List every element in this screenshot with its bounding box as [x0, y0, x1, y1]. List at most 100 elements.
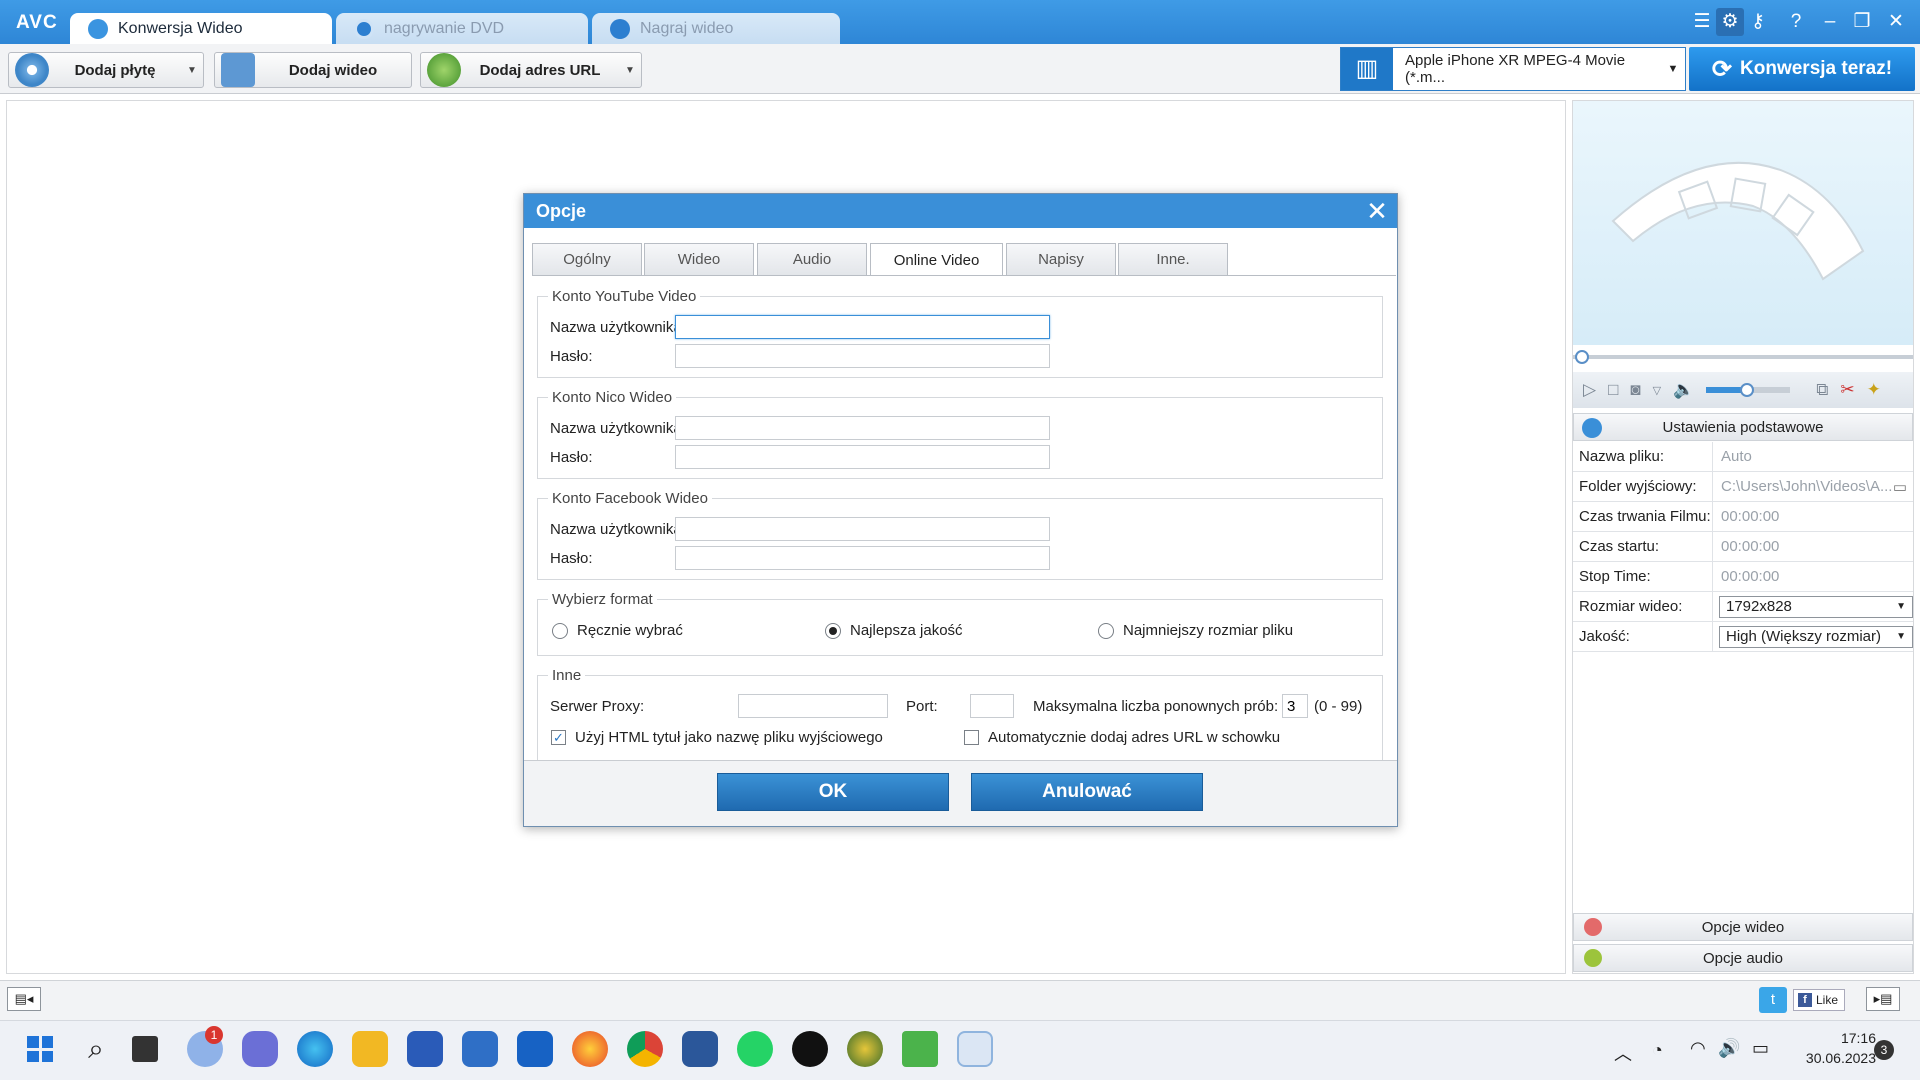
max-retries-input[interactable] — [1282, 694, 1308, 718]
output-profile-select[interactable]: ▥ Apple iPhone XR MPEG-4 Movie (*.m... ▼ — [1340, 47, 1686, 91]
teams-icon[interactable] — [242, 1031, 278, 1067]
tab-dvd-burning[interactable]: nagrywanie DVD — [336, 13, 588, 44]
clock-time[interactable]: 17:16 — [1796, 1030, 1876, 1046]
use-html-title-option[interactable]: ✓ Użyj HTML tytuł jako nazwę pliku wyjśc… — [551, 729, 883, 746]
format-smallest-size-radio[interactable] — [1098, 622, 1114, 639]
notepad-icon[interactable] — [462, 1031, 498, 1067]
auto-add-url-checkbox[interactable] — [964, 730, 979, 745]
tab-record-video[interactable]: Nagraj wideo — [592, 13, 840, 44]
youtube-password-input[interactable] — [675, 344, 1050, 368]
video-size-select[interactable]: 1792x828 ▼ — [1719, 595, 1913, 618]
seek-slider[interactable] — [1573, 350, 1913, 364]
dialog-close-icon[interactable]: ✕ — [1362, 196, 1392, 226]
youtube-username-label: Nazwa użytkownika: — [550, 319, 676, 336]
battery-icon[interactable]: ▭ — [1752, 1038, 1769, 1059]
chevron-down-icon: ▼ — [1896, 631, 1906, 642]
magic-wand-icon[interactable]: ✦ — [1867, 380, 1881, 400]
network-icon[interactable]: ◔ — [1652, 1040, 1663, 1061]
tab-video-conversion[interactable]: Konwersja Wideo — [70, 13, 332, 44]
help-icon[interactable]: ? — [1782, 8, 1810, 36]
volume-icon[interactable]: 🔈 — [1673, 380, 1694, 400]
key-icon[interactable]: ⚷ — [1744, 8, 1772, 36]
auto-add-url-option[interactable]: Automatycznie dodaj adres URL w schowku — [964, 729, 1280, 746]
format-smallest-size-option[interactable]: Najmniejszy rozmiar pliku — [1098, 622, 1293, 639]
restore-icon[interactable]: ❐ — [1848, 8, 1876, 36]
use-html-title-checkbox[interactable]: ✓ — [551, 730, 566, 745]
tab-general[interactable]: Ogólny — [532, 243, 642, 275]
close-icon[interactable]: ✕ — [1882, 8, 1910, 36]
facebook-like-button[interactable]: f Like — [1793, 989, 1845, 1011]
stop-icon[interactable]: □ — [1608, 380, 1618, 400]
clock-date[interactable]: 30.06.2023 — [1786, 1050, 1876, 1066]
quality-select[interactable]: High (Większy rozmiar) ▼ — [1719, 625, 1913, 648]
wifi-icon[interactable]: ◠ — [1690, 1038, 1706, 1059]
chevron-down-icon[interactable]: ▼ — [1661, 63, 1685, 75]
edge-icon[interactable] — [297, 1031, 333, 1067]
chevron-down-icon[interactable]: ▼ — [619, 65, 641, 76]
video-options-button[interactable]: Opcje wideo — [1573, 913, 1913, 941]
facebook-password-input[interactable] — [675, 546, 1050, 570]
tab-other[interactable]: Inne. — [1118, 243, 1228, 275]
tab-subtitles[interactable]: Napisy — [1006, 243, 1116, 275]
firefox-icon[interactable] — [572, 1031, 608, 1067]
notification-badge: 1 — [205, 1026, 223, 1044]
app-icon-globe[interactable] — [847, 1031, 883, 1067]
format-manual-option[interactable]: Ręcznie wybrać — [552, 622, 683, 639]
avc-app-icon[interactable] — [957, 1031, 993, 1067]
list-icon[interactable]: ☰ — [1688, 8, 1716, 36]
convert-now-button[interactable]: ⟳ Konwersja teraz! — [1689, 47, 1915, 91]
twitter-icon[interactable]: t — [1759, 987, 1787, 1013]
port-input[interactable] — [970, 694, 1014, 718]
chrome-icon[interactable] — [627, 1031, 663, 1067]
refresh-icon — [88, 18, 108, 39]
word-icon[interactable] — [682, 1031, 718, 1067]
search-icon[interactable]: ⌕ — [78, 1031, 114, 1067]
setting-row-quality: Jakość: High (Większy rozmiar) ▼ — [1573, 622, 1913, 652]
add-video-button[interactable]: Dodaj wideo — [214, 52, 412, 88]
cancel-button[interactable]: Anulować — [971, 773, 1203, 811]
audio-options-button[interactable]: Opcje audio — [1573, 944, 1913, 972]
minimize-icon[interactable]: – — [1816, 8, 1844, 36]
facebook-username-input[interactable] — [675, 517, 1050, 541]
app-icon-clover[interactable] — [792, 1031, 828, 1067]
windows-start-icon[interactable] — [22, 1031, 58, 1067]
ok-button[interactable]: OK — [717, 773, 949, 811]
chevron-down-icon[interactable]: ▼ — [181, 65, 203, 76]
add-disc-button[interactable]: Dodaj płytę ▼ — [8, 52, 204, 88]
toggle-panel-icon[interactable]: ▸▤ — [1866, 987, 1900, 1011]
whatsapp-icon[interactable] — [737, 1031, 773, 1067]
volume-slider[interactable] — [1706, 383, 1791, 397]
chevron-up-icon[interactable]: ︿ — [1614, 1040, 1632, 1066]
scissors-icon[interactable]: ✂ — [1840, 380, 1854, 400]
chevron-down-icon[interactable]: ▽ — [1653, 384, 1661, 397]
add-url-button[interactable]: Dodaj adres URL ▼ — [420, 52, 642, 88]
notification-count-badge[interactable]: 3 — [1874, 1040, 1894, 1060]
tab-online-video[interactable]: Online Video — [870, 243, 1003, 276]
basic-settings-header[interactable]: Ustawienia podstawowe — [1573, 413, 1913, 441]
file-explorer-icon[interactable] — [352, 1031, 388, 1067]
format-best-quality-radio[interactable] — [825, 622, 841, 639]
copy-icon[interactable]: ⧉ — [1816, 380, 1828, 400]
camera-icon[interactable]: ◙ — [1630, 380, 1640, 400]
play-icon[interactable]: ▷ — [1583, 380, 1596, 400]
nico-password-input[interactable] — [675, 445, 1050, 469]
folder-icon[interactable]: ▭ — [1893, 478, 1907, 496]
youtube-username-input[interactable] — [675, 315, 1050, 339]
setting-row-stop-time: Stop Time: 00:00:00 — [1573, 562, 1913, 592]
outlook-icon[interactable] — [517, 1031, 553, 1067]
format-manual-radio[interactable] — [552, 622, 568, 639]
toggle-list-icon[interactable]: ▤◂ — [7, 987, 41, 1011]
volume-icon[interactable]: 🔊 — [1718, 1038, 1740, 1059]
tab-audio[interactable]: Audio — [757, 243, 867, 275]
nico-username-input[interactable] — [675, 416, 1050, 440]
setting-row-video-size: Rozmiar wideo: 1792x828 ▼ — [1573, 592, 1913, 622]
task-view-icon[interactable] — [132, 1036, 158, 1062]
proxy-input[interactable] — [738, 694, 888, 718]
app-icon-bird[interactable] — [902, 1031, 938, 1067]
youtube-password-label: Hasło: — [550, 348, 593, 365]
gear-icon[interactable]: ⚙ — [1716, 8, 1744, 36]
store-icon[interactable] — [407, 1031, 443, 1067]
app-logo: AVC — [16, 12, 58, 33]
format-best-quality-option[interactable]: Najlepsza jakość — [825, 622, 963, 639]
tab-video[interactable]: Wideo — [644, 243, 754, 275]
